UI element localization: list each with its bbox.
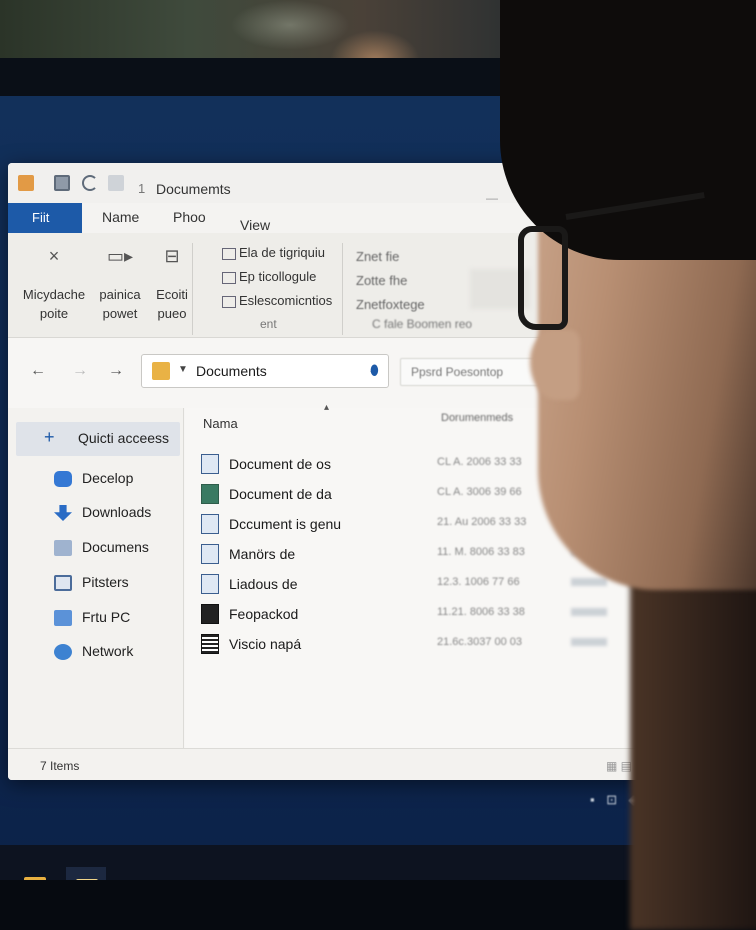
sidebar-item-label: Frtu PC — [82, 609, 131, 625]
documents-icon — [54, 540, 72, 556]
file-date: 21. Au 2006 33 33 — [437, 516, 527, 528]
ribbon-new-list: Znet fie Zotte fhe Znetfoxtege — [356, 245, 425, 317]
table-row[interactable]: Liadous de 12.3. 1006 77 66 — [201, 572, 631, 600]
sidebar-item-label: Pitsters — [82, 574, 129, 590]
desktop-icon — [54, 471, 72, 487]
pc-icon — [54, 610, 72, 626]
document-icon — [201, 544, 219, 564]
status-bar: 7 Items ▦ ▤ — [8, 748, 644, 780]
image-file-icon — [201, 604, 219, 624]
file-name: Feopackod — [229, 606, 299, 622]
sidebar-item-label: Decelop — [82, 470, 134, 486]
ribbon-button-1[interactable]: × Micydache poite — [22, 247, 86, 323]
menu-item-icon — [222, 295, 236, 308]
network-icon — [54, 644, 72, 660]
spreadsheet-icon — [201, 484, 219, 504]
person-hair — [500, 0, 756, 260]
sidebar-item-quick-access[interactable]: + Quicti acceess — [16, 422, 180, 456]
text-file-icon — [201, 634, 219, 654]
tab-view[interactable]: View — [240, 217, 270, 233]
file-date: CL A. 3006 39 66 — [437, 486, 522, 498]
glasses-icon — [518, 226, 568, 330]
ribbon-list-item[interactable]: Zotte fhe — [356, 269, 425, 293]
sidebar-item-label: Quicti acceess — [78, 430, 170, 446]
document-icon — [201, 514, 219, 534]
ribbon-divider — [192, 243, 193, 335]
navigation-pane: + Quicti acceess Decelop Downloads Docum… — [8, 408, 184, 780]
tab-share[interactable]: Phoo — [173, 209, 206, 225]
plus-icon: + — [44, 427, 55, 447]
file-date: 21.6c.3037 00 03 — [437, 636, 523, 648]
ribbon-button-label: Micydache — [22, 287, 86, 302]
document-icon — [201, 454, 219, 474]
menu-item-icon — [222, 247, 236, 260]
close-icon: × — [48, 246, 60, 266]
tab-file[interactable]: Fiit — [8, 203, 82, 233]
ribbon-list-item[interactable]: Ela de tigriquiu — [222, 241, 332, 265]
forward-button[interactable]: → — [72, 362, 88, 380]
ribbon-list-label: Eslescomicntios — [239, 293, 333, 308]
file-type — [571, 638, 607, 646]
file-date: 11.21. 8006 33 38 — [437, 606, 525, 618]
menu-item-icon — [222, 271, 236, 284]
title-separator: 1 — [138, 181, 146, 196]
view-toggle-icons[interactable]: ▦ ▤ — [606, 759, 632, 773]
sidebar-item-label: Documens — [82, 539, 149, 555]
customize-quick-access-icon[interactable] — [108, 175, 124, 191]
sidebar-item-label: Network — [82, 643, 134, 659]
document-icon — [201, 574, 219, 594]
ribbon-button-3[interactable]: ⊟ Ecoiti pueo — [140, 247, 204, 323]
ribbon-divider — [342, 243, 343, 335]
ribbon-button-label: poite — [39, 306, 69, 321]
undo-icon[interactable] — [82, 175, 98, 191]
person-nose — [530, 330, 580, 400]
ribbon-list-label: Ep ticollogule — [239, 269, 317, 284]
ribbon-list-item[interactable]: Znetfoxtege — [356, 293, 425, 317]
ribbon-list-item[interactable]: Eslescomicntios — [222, 289, 332, 313]
ribbon-list-label: Ela de tigriquiu — [239, 245, 325, 260]
ribbon-group-label: ent — [260, 317, 277, 331]
address-text: Documents — [196, 363, 267, 379]
file-name: Dccument is genu — [229, 516, 342, 532]
folder-icon — [18, 175, 34, 191]
file-date: 12.3. 1006 77 66 — [437, 576, 520, 588]
sidebar-item-label: Downloads — [82, 504, 152, 520]
table-row[interactable]: Feopackod 11.21. 8006 33 38 — [201, 602, 631, 630]
ribbon-button-label: pueo — [157, 306, 187, 321]
person-neck — [630, 560, 756, 930]
up-button[interactable]: → — [108, 362, 124, 380]
ribbon-list-item[interactable]: Znet fie — [356, 245, 425, 269]
table-row[interactable]: Viscio napá 21.6c.3037 00 03 — [201, 632, 631, 660]
column-header-name[interactable]: Nama — [203, 416, 238, 431]
ribbon-button-label: Ecoiti — [156, 287, 188, 302]
file-name: Document de da — [229, 486, 332, 502]
file-name: Document de os — [229, 456, 331, 472]
ribbon-organize-list: Ela de tigriquiu Ep ticollogule Eslescom… — [222, 241, 332, 313]
address-bar[interactable]: ▼ Documents ⌄ — [141, 354, 389, 388]
item-count: 7 Items — [40, 759, 80, 773]
search-input[interactable]: Ppsrd Poesontop — [400, 358, 540, 386]
file-date: CL A. 2006 33 33 — [437, 456, 522, 468]
file-name: Manörs de — [229, 546, 296, 562]
ribbon-list-item[interactable]: Ep ticollogule — [222, 265, 332, 289]
folder-icon — [152, 362, 170, 380]
file-name: Liadous de — [229, 576, 298, 592]
file-name: Viscio napá — [229, 636, 302, 652]
minus-box-icon: ⊟ — [164, 246, 180, 266]
window-title: Documemts — [156, 181, 231, 197]
background-light — [230, 0, 350, 50]
download-icon — [54, 505, 72, 521]
file-type — [571, 578, 607, 586]
sort-indicator-icon: ▴ — [324, 402, 330, 413]
breadcrumb-arrow-icon[interactable]: ▼ — [178, 364, 188, 375]
tab-home[interactable]: Name — [102, 209, 139, 225]
file-date: 11. M. 8006 33 83 — [437, 546, 525, 558]
pictures-icon — [54, 575, 72, 591]
column-header-date[interactable]: Dorumenmeds — [441, 412, 513, 424]
ribbon-group-label: C fale Boomen reo — [372, 317, 473, 331]
save-icon[interactable] — [54, 175, 70, 191]
location-pin-icon[interactable]: ⬮ — [370, 362, 379, 379]
file-type — [571, 608, 607, 616]
back-button[interactable]: ← — [30, 362, 46, 380]
